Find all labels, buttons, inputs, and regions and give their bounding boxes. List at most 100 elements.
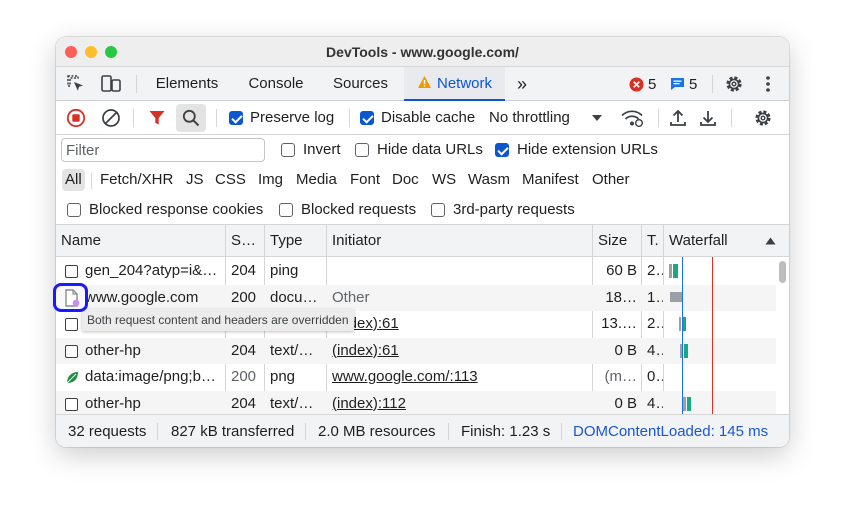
status-divider bbox=[157, 423, 158, 440]
hide-extension-urls-checkbox[interactable] bbox=[495, 143, 509, 157]
devtools-window: DevTools - www.google.com/ Elements Cons… bbox=[56, 37, 789, 447]
row-type: png bbox=[270, 368, 296, 385]
table-row[interactable]: other-hp 204 text/… (index):61 0 B 4… bbox=[56, 337, 776, 365]
column-size[interactable]: Size bbox=[593, 225, 641, 257]
type-filter-media[interactable]: Media bbox=[296, 169, 337, 191]
inspect-element-icon[interactable] bbox=[64, 67, 88, 101]
type-filter-manifest[interactable]: Manifest bbox=[522, 169, 579, 191]
type-filter-doc[interactable]: Doc bbox=[392, 169, 419, 191]
row-time: 4… bbox=[647, 394, 663, 412]
row-initiator-link[interactable]: (index):112 bbox=[327, 391, 592, 415]
table-row[interactable]: gen_204?atyp=i&… 204 ping 60 B 2… bbox=[56, 258, 776, 285]
status-divider bbox=[448, 423, 449, 440]
row-initiator-link[interactable]: (index):61 bbox=[327, 338, 592, 365]
errors-badge[interactable]: 5 bbox=[629, 67, 656, 101]
row-status: 204 bbox=[231, 262, 257, 279]
toolbar-divider bbox=[658, 109, 659, 127]
more-tabs-button[interactable]: » bbox=[510, 67, 534, 101]
column-name[interactable]: Name bbox=[56, 225, 225, 257]
column-type[interactable]: Type bbox=[265, 225, 326, 257]
sort-ascending-icon[interactable] bbox=[764, 235, 776, 247]
column-time[interactable]: T. bbox=[642, 225, 663, 257]
network-conditions-icon[interactable] bbox=[619, 107, 645, 129]
filter-row: Invert Hide data URLs Hide extension URL… bbox=[56, 135, 789, 165]
column-status[interactable]: S… bbox=[226, 225, 264, 257]
row-type: text/… bbox=[270, 341, 314, 359]
messages-badge[interactable]: 5 bbox=[670, 67, 697, 101]
waterfall-bar bbox=[679, 317, 681, 331]
export-har-icon[interactable] bbox=[697, 107, 719, 129]
table-row[interactable]: other-hp 204 text/… (index):112 0 B 4… bbox=[56, 390, 776, 415]
row-initiator bbox=[327, 258, 592, 285]
import-har-icon[interactable] bbox=[667, 107, 689, 129]
toolbar-divider bbox=[216, 109, 217, 127]
invert-checkbox[interactable] bbox=[281, 143, 295, 157]
settings-gear-icon[interactable] bbox=[722, 67, 746, 101]
type-filter-wasm[interactable]: Wasm bbox=[468, 169, 510, 191]
type-filter-css[interactable]: CSS bbox=[215, 169, 246, 191]
column-waterfall[interactable]: Waterfall bbox=[664, 225, 754, 257]
type-filter-font[interactable]: Font bbox=[350, 169, 380, 191]
table-row[interactable]: www.google.com 200 docu… Other 18… 1… bbox=[56, 284, 776, 311]
blocked-requests-label: Blocked requests bbox=[301, 201, 417, 218]
document-icon bbox=[65, 344, 78, 358]
message-icon bbox=[671, 78, 684, 90]
resource-type-filters: All Fetch/XHR JS CSS Img Media Font Doc … bbox=[56, 165, 789, 195]
row-time: 4… bbox=[647, 341, 663, 359]
row-type: text/… bbox=[270, 394, 314, 412]
search-icon[interactable] bbox=[176, 104, 206, 132]
row-status: 204 bbox=[231, 341, 257, 359]
type-filter-all[interactable]: All bbox=[62, 169, 85, 191]
type-filter-ws[interactable]: WS bbox=[432, 169, 456, 191]
table-row[interactable]: data:image/png;b… 200 png www.google.com… bbox=[56, 364, 776, 391]
tab-sources[interactable]: Sources bbox=[322, 67, 399, 101]
window-title: DevTools - www.google.com/ bbox=[326, 44, 519, 60]
row-initiator-link[interactable]: www.google.com/:113 bbox=[327, 364, 592, 391]
disable-cache-checkbox[interactable] bbox=[360, 111, 374, 125]
chevron-down-icon[interactable] bbox=[590, 111, 604, 125]
status-divider bbox=[561, 423, 562, 440]
blocked-cookies-checkbox[interactable] bbox=[67, 203, 81, 217]
third-party-checkbox[interactable] bbox=[431, 203, 445, 217]
waterfall-bar bbox=[687, 396, 691, 411]
row-initiator-link[interactable]: (index):61 bbox=[327, 311, 592, 338]
network-settings-gear-icon[interactable] bbox=[752, 107, 774, 129]
leaf-image-icon bbox=[63, 369, 81, 386]
waterfall-bar bbox=[683, 396, 686, 411]
filter-funnel-icon[interactable] bbox=[146, 107, 168, 129]
preserve-log-checkbox[interactable] bbox=[229, 111, 243, 125]
stop-recording-icon[interactable] bbox=[65, 107, 87, 129]
tab-network[interactable]: Network bbox=[404, 67, 505, 101]
dom-content-loaded-marker bbox=[682, 257, 683, 414]
more-options-icon[interactable] bbox=[758, 67, 778, 101]
row-status: 204 bbox=[231, 394, 257, 412]
type-filter-fetch-xhr[interactable]: Fetch/XHR bbox=[100, 169, 173, 191]
row-name: gen_204?atyp=i&… bbox=[85, 262, 218, 279]
type-filter-img[interactable]: Img bbox=[258, 169, 283, 191]
row-size: 18… bbox=[605, 288, 637, 306]
hide-data-urls-checkbox[interactable] bbox=[355, 143, 369, 157]
errors-count: 5 bbox=[648, 75, 657, 93]
tab-console[interactable]: Console bbox=[236, 67, 316, 101]
device-toolbar-icon[interactable] bbox=[98, 67, 124, 101]
table-header: Name S… Type Initiator Size T. Waterfall bbox=[56, 225, 789, 257]
tab-elements[interactable]: Elements bbox=[147, 67, 227, 101]
waterfall-bar bbox=[669, 264, 672, 278]
blocked-requests-checkbox[interactable] bbox=[279, 203, 293, 217]
row-size: 0 B bbox=[614, 341, 637, 359]
table-scrollbar[interactable] bbox=[779, 261, 786, 283]
clear-icon[interactable] bbox=[100, 107, 122, 129]
row-size: 13.… bbox=[601, 315, 637, 332]
column-initiator[interactable]: Initiator bbox=[327, 225, 592, 257]
type-filter-other[interactable]: Other bbox=[592, 169, 630, 191]
type-filter-js[interactable]: JS bbox=[186, 169, 204, 191]
filter-input[interactable] bbox=[61, 138, 265, 162]
waterfall-bar bbox=[684, 343, 688, 358]
row-time: 2… bbox=[647, 262, 663, 279]
row-size: (m… bbox=[604, 368, 638, 385]
disable-cache-label: Disable cache bbox=[381, 109, 476, 126]
preserve-log-label: Preserve log bbox=[250, 109, 335, 126]
row-time: 2… bbox=[647, 315, 663, 332]
row-time: 1… bbox=[647, 288, 663, 306]
throttling-select[interactable]: No throttling bbox=[489, 109, 570, 126]
